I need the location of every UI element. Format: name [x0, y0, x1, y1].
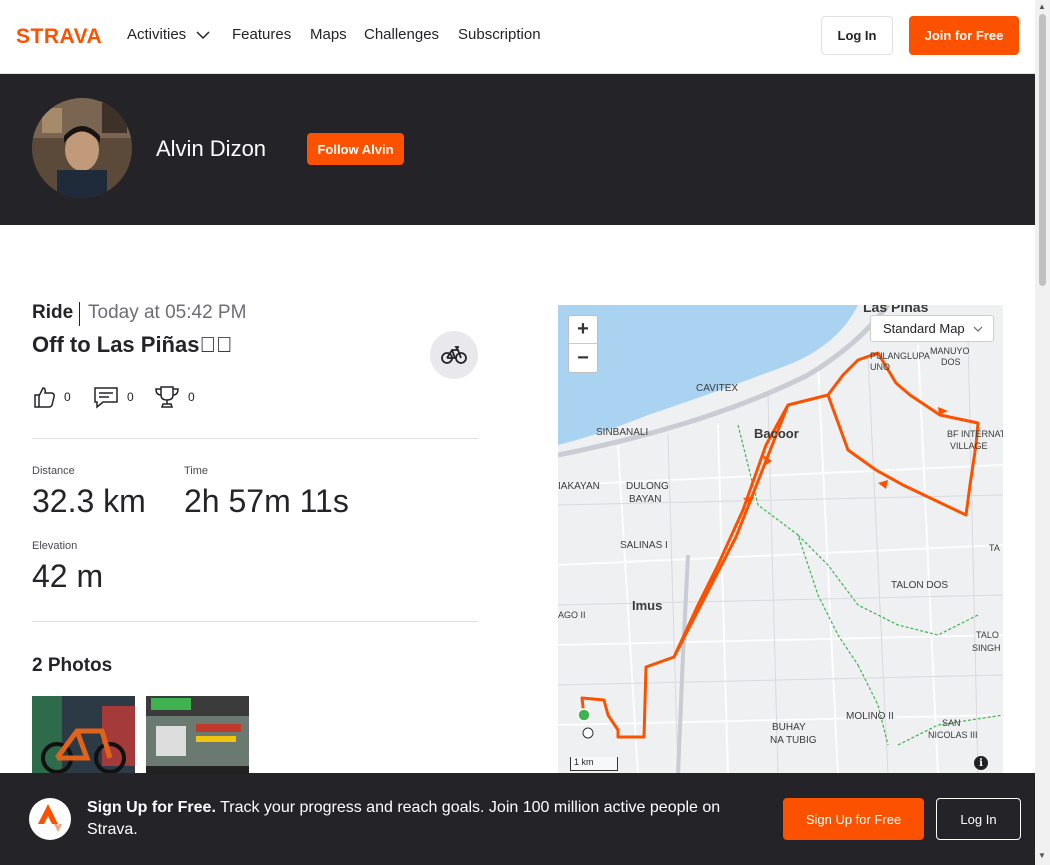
zoom-controls: + −: [568, 315, 598, 373]
nav-features[interactable]: Features: [232, 26, 291, 44]
map-label-ta: TA: [989, 543, 1000, 553]
map-label-iakayan: IAKAYAN: [558, 481, 600, 492]
map-label-talon: TALON DOS: [891, 580, 948, 591]
banner-login-button[interactable]: Log In: [936, 798, 1021, 840]
activity-type: Ride: [32, 302, 74, 323]
ride-type-badge: [430, 331, 478, 379]
thumbs-up-icon: [34, 387, 55, 408]
distance-value: 32.3 km: [32, 483, 146, 519]
comments-count[interactable]: 0: [93, 385, 134, 409]
time-label: Time: [184, 465, 209, 477]
nav-activities-label: Activities: [127, 26, 187, 43]
route-map[interactable]: Las Piñas PULANGLUPA UNO MANUYO DOS CAVI…: [558, 305, 1003, 775]
achievements-count[interactable]: 0: [154, 385, 195, 409]
map-label-ago: AGO II: [558, 610, 586, 620]
trophy-icon: [155, 386, 179, 408]
map-label-singh: SINGH: [972, 643, 1001, 653]
map-label-molino: MOLINO II: [846, 711, 894, 722]
scroll-up-arrow[interactable]: ▲: [1038, 2, 1046, 11]
map-label-imus: Imus: [632, 598, 662, 613]
avatar-image: [32, 98, 132, 198]
activity-title: Off to Las Piñas  : [32, 332, 233, 357]
strava-app-icon: [29, 798, 71, 840]
strava-logo[interactable]: STRAVA: [16, 26, 112, 46]
avatar[interactable]: [32, 98, 132, 198]
distance-label: Distance: [32, 465, 75, 477]
kudos-value: 0: [64, 390, 71, 404]
zoom-out-button[interactable]: −: [569, 344, 597, 372]
kudos-count[interactable]: 0: [32, 385, 71, 409]
banner-signup-button[interactable]: Sign Up for Free: [783, 798, 924, 840]
map-label-nicolas: NICOLAS III: [928, 730, 978, 740]
scroll-down-arrow[interactable]: ▼: [1038, 851, 1046, 860]
nav-subscription[interactable]: Subscription: [458, 26, 541, 44]
join-button[interactable]: Join for Free: [909, 16, 1019, 55]
nav-activities[interactable]: Activities: [127, 26, 210, 44]
banner-text: Sign Up for Free. Track your progress an…: [87, 797, 757, 841]
map-scale: 1 km: [570, 757, 618, 771]
login-button[interactable]: Log In: [821, 16, 893, 55]
activity-time: Today at 05:42 PM: [88, 302, 247, 323]
nav-maps[interactable]: Maps: [310, 26, 347, 44]
map-label-natubig: NA TUBIG: [770, 735, 817, 746]
follow-button[interactable]: Follow Alvin: [307, 133, 404, 165]
scrollbar[interactable]: ▲ ▼: [1035, 0, 1050, 865]
chevron-down-icon: [973, 326, 983, 332]
chevron-down-icon: [196, 31, 210, 40]
map-canvas[interactable]: Las Piñas PULANGLUPA UNO MANUYO DOS CAVI…: [558, 305, 1003, 775]
end-marker: [582, 727, 594, 739]
divider: [32, 438, 478, 439]
map-label-uno: UNO: [870, 362, 890, 372]
map-label-dos: DOS: [941, 357, 961, 367]
map-label-dulong: DULONG: [626, 481, 669, 492]
achievements-value: 0: [188, 390, 195, 404]
map-label-bacoor: Bacoor: [754, 426, 799, 441]
map-label-salinas: SALINAS I: [620, 540, 668, 551]
bike-icon: [441, 346, 467, 364]
map-label-village: VILLAGE: [950, 441, 988, 451]
map-label-cavitex: CAVITEX: [696, 383, 738, 394]
map-type-select[interactable]: Standard Map: [870, 315, 994, 342]
athlete-name[interactable]: Alvin Dizon: [156, 136, 266, 162]
top-navbar: STRAVA Activities Features Maps Challeng…: [0, 0, 1035, 74]
start-marker: [577, 708, 591, 722]
map-type-value: Standard Map: [883, 321, 965, 336]
comment-icon: [94, 387, 118, 409]
scroll-thumb[interactable]: [1039, 14, 1046, 286]
map-label-talo: TALO: [976, 630, 999, 640]
photos-heading: 2 Photos: [32, 655, 113, 676]
map-label-sinbanali: SINBANALI: [596, 427, 648, 438]
divider: [32, 621, 478, 622]
map-label-san: SAN: [942, 718, 961, 728]
map-label-pulanglupa: PULANGLUPA: [870, 351, 930, 361]
map-label-manuyo: MANUYO: [930, 346, 970, 356]
elevation-value: 42 m: [32, 558, 104, 594]
zoom-in-button[interactable]: +: [569, 316, 597, 344]
athlete-header: Alvin Dizon Follow Alvin: [0, 74, 1035, 225]
info-icon[interactable]: i: [974, 756, 988, 770]
time-value: 2h 57m 11s: [184, 483, 349, 519]
map-label-las-pinas: Las Piñas: [863, 305, 929, 315]
nav-challenges[interactable]: Challenges: [364, 26, 439, 44]
comments-value: 0: [127, 390, 134, 404]
map-label-bayan: BAYAN: [629, 494, 661, 505]
strava-chevron-icon: [38, 804, 62, 832]
map-label-buhay: BUHAY: [772, 722, 806, 733]
strava-logo-text: STRAVA: [16, 26, 102, 46]
map-label-bf: BF INTERNATIO: [947, 429, 1003, 439]
elevation-label: Elevation: [32, 540, 78, 552]
signup-banner: Sign Up for Free. Track your progress an…: [0, 773, 1035, 865]
banner-bold-text: Sign Up for Free.: [87, 799, 216, 816]
divider: [79, 302, 80, 326]
